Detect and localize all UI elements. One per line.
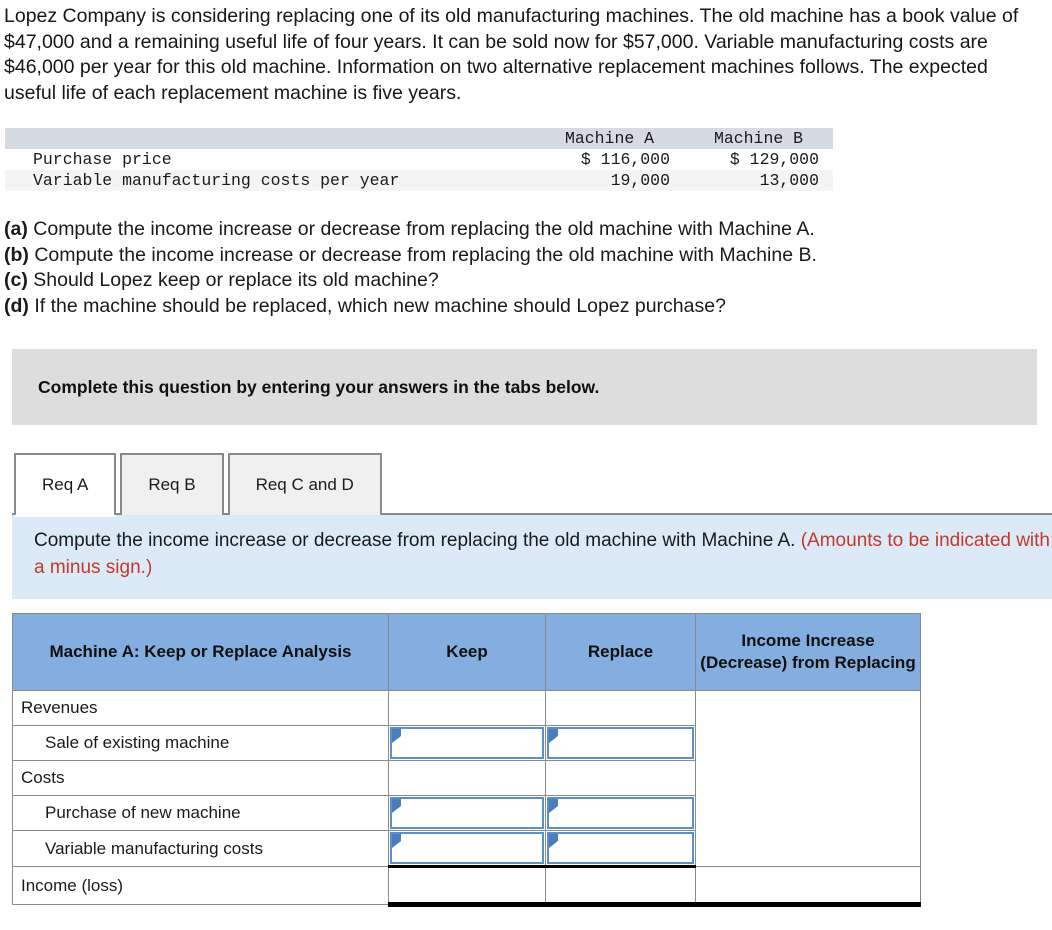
cell-sale-keep[interactable] <box>388 725 546 761</box>
tab-req-a[interactable]: Req A <box>14 453 117 517</box>
cell-revenues-replace <box>545 690 696 726</box>
column-header-keep: Keep <box>388 613 546 691</box>
input-sale-keep[interactable] <box>390 727 544 759</box>
cell-purchase-keep[interactable] <box>388 795 546 831</box>
instruction-panel: Compute the income increase or decrease … <box>12 515 1052 599</box>
answer-table: Machine A: Keep or Replace Analysis Keep… <box>12 613 921 907</box>
given-row-value-a: $ 116,000 <box>580 150 670 169</box>
instruction-main-text: Compute the income increase or decrease … <box>34 530 801 551</box>
table-row: Variable manufacturing costs per year 19… <box>5 170 833 191</box>
table-row: Revenues <box>12 690 921 867</box>
requirement-tag: (d) <box>4 294 29 317</box>
cell-income-replace <box>545 866 696 907</box>
answer-table-header-row: Machine A: Keep or Replace Analysis Keep… <box>12 613 921 691</box>
input-sale-replace[interactable] <box>547 727 694 759</box>
complete-question-banner: Complete this question by entering your … <box>12 349 1037 425</box>
input-marker-triangle-icon <box>392 729 401 743</box>
input-marker-triangle-icon <box>549 799 558 813</box>
requirement-text: Should Lopez keep or replace its old mac… <box>27 269 439 291</box>
given-row-value-b: $ 129,000 <box>729 150 819 169</box>
banner-text: Complete this question by entering your … <box>38 376 600 397</box>
requirement-item-c: (c) Should Lopez keep or replace its old… <box>4 268 1052 294</box>
cell-sale-replace[interactable] <box>545 725 696 761</box>
tab-req-c-and-d[interactable]: Req C and D <box>227 453 382 515</box>
given-header-machine-a: Machine A <box>564 129 655 148</box>
cell-revenues-keep <box>388 690 546 726</box>
row-label-income-loss: Income (loss) <box>12 866 389 905</box>
given-row-value-b: 13,000 <box>759 171 819 190</box>
requirement-text: Compute the income increase or decrease … <box>27 218 815 240</box>
input-marker-triangle-icon <box>392 834 401 848</box>
row-label-purchase-of-new-machine: Purchase of new machine <box>12 795 389 831</box>
row-label-revenues: Revenues <box>12 690 389 726</box>
input-variable-replace[interactable] <box>547 832 694 864</box>
requirement-text: If the machine should be replaced, which… <box>28 294 726 317</box>
given-row-value-a: 19,000 <box>610 171 670 190</box>
cell-purchase-replace[interactable] <box>545 795 696 831</box>
cell-variable-replace[interactable] <box>545 830 696 868</box>
requirement-text: Compute the income increase or decrease … <box>28 243 817 266</box>
requirement-list: (a) Compute the income increase or decre… <box>4 217 1052 319</box>
input-marker-triangle-icon <box>549 834 558 848</box>
table-row: Purchase price $ 116,000 $ 129,000 <box>5 149 833 170</box>
input-variable-keep[interactable] <box>390 832 544 864</box>
column-header-analysis: Machine A: Keep or Replace Analysis <box>12 613 389 691</box>
cell-costs-keep <box>388 760 546 796</box>
cell-income-keep <box>388 866 546 907</box>
tab-label: Req B <box>148 475 196 494</box>
problem-statement: Lopez Company is considering replacing o… <box>4 5 1019 104</box>
tab-bar: Req A Req B Req C and D <box>0 447 1052 517</box>
cell-variable-keep[interactable] <box>388 830 546 868</box>
requirement-tag: (c) <box>4 269 28 291</box>
input-purchase-keep[interactable] <box>390 797 544 829</box>
column-header-income-increase-decrease: Income Increase (Decrease) from Replacin… <box>695 613 921 691</box>
column-header-replace: Replace <box>545 613 696 691</box>
input-marker-triangle-icon <box>549 729 558 743</box>
requirement-item-d: (d) If the machine should be replaced, w… <box>4 294 1052 320</box>
given-data-table: Machine A Machine B Purchase price $ 116… <box>5 128 833 191</box>
given-row-label: Purchase price <box>33 150 172 169</box>
row-label-variable-manufacturing-costs: Variable manufacturing costs <box>12 830 389 867</box>
row-label-costs: Costs <box>12 760 389 796</box>
given-table-header-row: Machine A Machine B <box>5 128 833 149</box>
requirement-tag: (b) <box>4 243 29 266</box>
cell-costs-replace <box>545 760 696 796</box>
input-marker-triangle-icon <box>392 799 401 813</box>
given-header-machine-b: Machine B <box>713 129 804 148</box>
cell-income-total-increase <box>695 866 921 907</box>
given-row-label: Variable manufacturing costs per year <box>33 171 400 190</box>
tab-label: Req C and D <box>255 475 354 494</box>
table-row: Income (loss) <box>12 866 921 907</box>
given-header-blank <box>5 128 535 149</box>
tab-label: Req A <box>42 475 89 494</box>
row-label-sale-of-existing-machine: Sale of existing machine <box>12 725 389 761</box>
cell-income-increase-merged <box>695 690 921 867</box>
tab-req-b[interactable]: Req B <box>120 453 224 515</box>
requirement-item-b: (b) Compute the income increase or decre… <box>4 243 1052 269</box>
requirement-tag: (a) <box>4 218 28 240</box>
requirement-item-a: (a) Compute the income increase or decre… <box>4 217 1052 243</box>
input-purchase-replace[interactable] <box>547 797 694 829</box>
